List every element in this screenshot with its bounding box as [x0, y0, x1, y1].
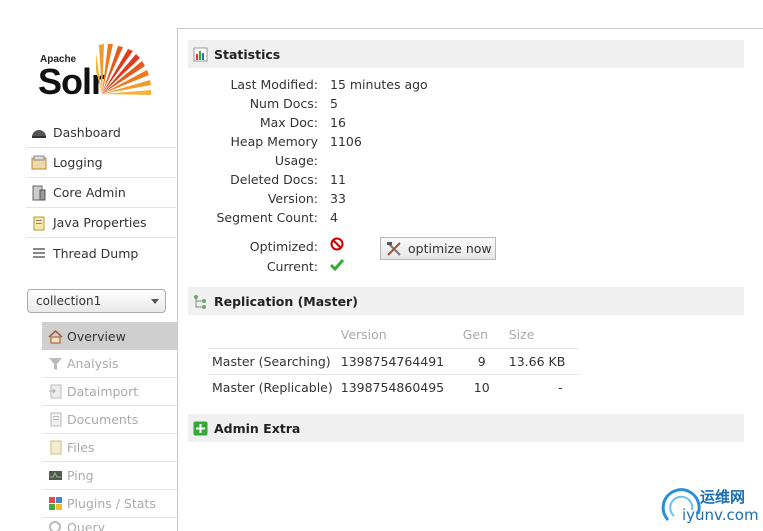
nav-item-logging[interactable]: Logging — [26, 148, 176, 178]
replication-title: Replication (Master) — [214, 293, 358, 309]
stat-label: Max Doc: — [259, 115, 318, 130]
column-header: Version — [336, 322, 459, 349]
stat-value: 11 — [330, 172, 346, 187]
table-cell: 1398754860495 — [340, 379, 445, 395]
main-content: Statistics Last Modified: 15 minutes ago… — [177, 28, 763, 531]
ping-icon — [48, 468, 63, 483]
stat-label: Segment Count: — [216, 210, 318, 225]
chevron-down-icon — [151, 299, 159, 304]
stat-value: 5 — [330, 96, 338, 111]
table-row: Master (Searching) 1398754764491 9 13.66… — [208, 348, 579, 375]
core-menu-label: Ping — [67, 468, 94, 483]
stat-label: Version: — [267, 191, 318, 206]
table-cell: 1398754764491 — [336, 348, 459, 375]
nav-label: Java Properties — [53, 215, 147, 230]
core-menu-label: Query — [67, 519, 105, 531]
core-menu-label: Documents — [67, 412, 139, 427]
optimized-label: Optimized: — [249, 239, 318, 254]
tools-icon — [386, 241, 403, 256]
stat-value: 33 — [330, 191, 346, 206]
stat-value: 4 — [330, 210, 338, 225]
current-label: Current: — [266, 259, 318, 274]
documents-icon — [48, 412, 63, 427]
nav-item-core-admin[interactable]: Core Admin — [26, 178, 176, 208]
nav-label: Thread Dump — [53, 245, 139, 261]
core-menu-overview[interactable]: Overview — [42, 322, 177, 350]
table-cell: - — [558, 379, 563, 395]
logging-icon — [31, 155, 47, 171]
core-menu-analysis[interactable]: Analysis — [42, 350, 177, 378]
replication-header: Replication (Master) — [188, 287, 744, 315]
core-menu-dataimport[interactable]: Dataimport — [42, 378, 177, 406]
sun-icon — [96, 44, 151, 95]
core-menu-label: Analysis — [67, 356, 119, 371]
nav-label: Dashboard — [53, 125, 121, 140]
admin-extra-title: Admin Extra — [214, 420, 301, 436]
admin-extra-header[interactable]: Admin Extra — [188, 414, 744, 442]
query-icon — [48, 520, 63, 531]
file-icon — [48, 440, 63, 455]
watermark-cn-text: 运维网 — [700, 488, 746, 506]
table-cell: 13.66 KB — [504, 348, 579, 375]
replication-icon — [193, 294, 208, 309]
table-header-row: Version Gen Size — [208, 322, 579, 349]
watermark: 运维网 iyunv.com — [660, 484, 760, 528]
column-header — [208, 322, 337, 349]
table-cell: Master (Replicable) — [212, 379, 333, 395]
stat-label: Num Docs: — [249, 96, 318, 111]
core-menu-plugins-stats[interactable]: Plugins / Stats — [42, 490, 177, 518]
import-icon — [48, 384, 63, 399]
core-menu-ping[interactable]: Ping — [42, 462, 177, 490]
replication-table: Version Gen Size Master (Searching) 1398… — [208, 322, 579, 400]
java-properties-icon — [31, 215, 47, 231]
nav-label: Core Admin — [53, 185, 126, 200]
stat-label: Heap Memory — [230, 134, 319, 149]
nav-item-java-properties[interactable]: Java Properties — [26, 208, 176, 238]
plugins-icon — [48, 496, 63, 511]
thread-dump-icon — [31, 245, 47, 261]
statistics-header: Statistics — [188, 40, 744, 68]
funnel-icon — [48, 356, 63, 371]
core-menu-label: Files — [67, 440, 95, 455]
column-header: Size — [504, 322, 579, 349]
logo-solr-text: Solr — [38, 61, 105, 102]
table-cell: 9 — [458, 348, 505, 375]
core-selector-value: collection1 — [36, 294, 102, 308]
core-menu-label: Overview — [67, 328, 126, 344]
stat-value: 16 — [330, 115, 346, 130]
core-menu-files[interactable]: Files — [42, 434, 177, 462]
core-menu-label: Plugins / Stats — [67, 496, 156, 511]
bar-chart-icon — [193, 47, 208, 62]
optimize-button[interactable]: optimize now — [380, 237, 496, 260]
optimize-button-label: optimize now — [408, 241, 492, 256]
nav-label: Logging — [53, 155, 103, 170]
nav-item-dashboard[interactable]: Dashboard — [26, 118, 176, 148]
core-menu-query[interactable]: Query — [42, 518, 177, 531]
nav-item-thread-dump[interactable]: Thread Dump — [26, 238, 176, 268]
core-menu-documents[interactable]: Documents — [42, 406, 177, 434]
stat-value: 1106 — [330, 134, 362, 149]
not-optimized-icon — [330, 237, 344, 254]
stat-label: Last Modified: — [230, 77, 318, 92]
stat-label: Usage: — [274, 153, 318, 168]
stat-label: Deleted Docs: — [230, 172, 318, 187]
plus-icon — [193, 421, 208, 436]
table-cell: 10 — [473, 379, 490, 395]
column-header: Gen — [458, 322, 505, 349]
solr-admin-page: Apache Solr Dashboard Logging Core Admin… — [0, 0, 763, 531]
main-nav: Dashboard Logging Core Admin Java Proper… — [26, 118, 176, 268]
table-cell: Master (Searching) — [208, 348, 337, 375]
core-selector[interactable]: collection1 — [27, 289, 166, 313]
stat-value: 15 minutes ago — [330, 77, 428, 92]
core-admin-icon — [31, 185, 47, 201]
check-icon — [329, 258, 345, 275]
statistics-title: Statistics — [214, 46, 281, 62]
dashboard-icon — [31, 125, 47, 141]
home-icon — [48, 329, 63, 344]
core-menu-label: Dataimport — [67, 384, 139, 399]
solr-logo[interactable]: Apache Solr — [38, 38, 162, 102]
table-row: Master (Replicable) 1398754860495 10 - — [208, 374, 579, 400]
watermark-url-text: iyunv.com — [682, 506, 759, 524]
core-menu: Overview Analysis Dataimport Documents F… — [42, 322, 177, 531]
